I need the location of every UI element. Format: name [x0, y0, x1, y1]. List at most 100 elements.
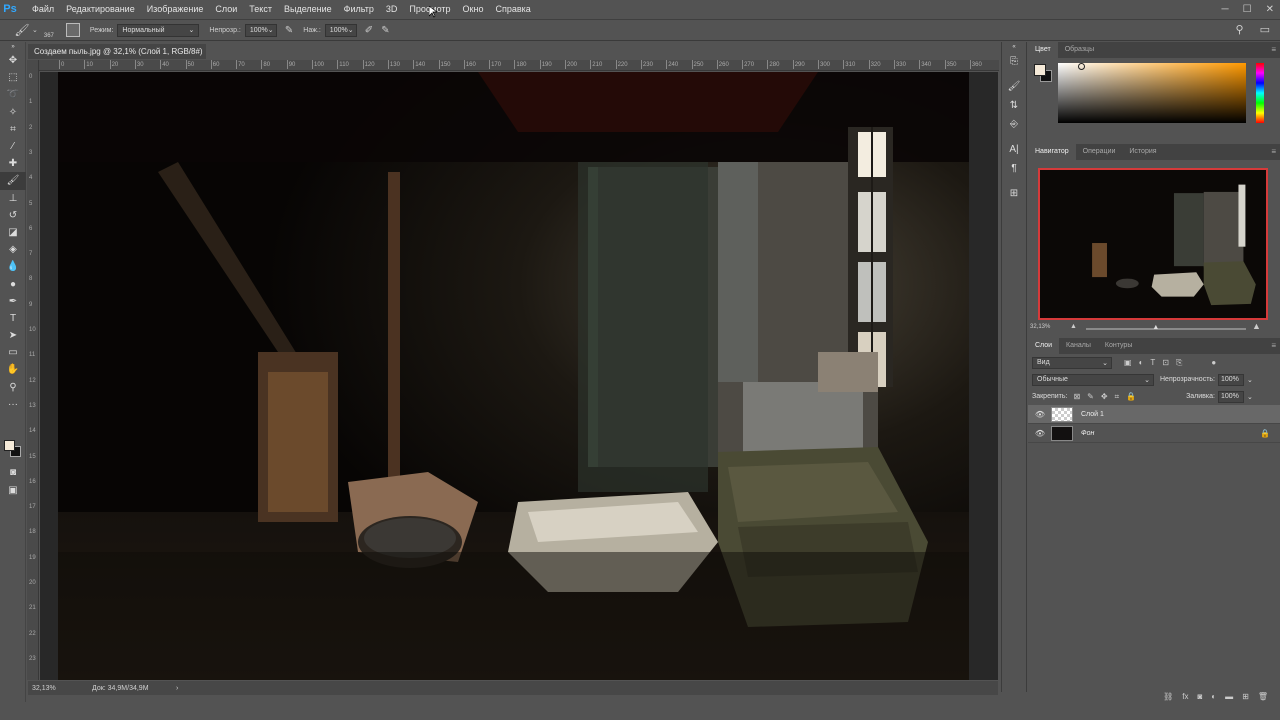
lock-transparency-icon[interactable]: ⊠ — [1073, 392, 1080, 402]
ruler-vertical[interactable]: 0123456789101112131415161718192021222324 — [27, 60, 39, 680]
airbrush-icon[interactable]: ✐ — [365, 25, 373, 36]
add-mask-icon[interactable]: ◙ — [1197, 692, 1202, 706]
lock-all-icon[interactable]: 🔒 — [1126, 392, 1136, 402]
chevron-down-icon[interactable]: ⌄ — [1247, 393, 1253, 401]
lasso-tool-icon[interactable]: ➰ — [0, 86, 26, 103]
marquee-tool-icon[interactable]: ⬚ — [0, 69, 26, 86]
menu-select[interactable]: Выделение — [278, 0, 338, 18]
blend-mode-select[interactable]: Обычные ⌄ — [1032, 373, 1154, 386]
brush-preset-dropdown-icon[interactable]: ⌄ — [32, 26, 38, 34]
blur-tool-icon[interactable]: 💧 — [0, 258, 26, 275]
navigator-zoom-slider[interactable] — [1086, 328, 1246, 330]
brush-panel-icon[interactable]: 🖌 — [1002, 77, 1026, 96]
search-icon[interactable]: ⚲ — [1236, 23, 1244, 36]
brush-tool-icon[interactable]: 🖌 — [14, 22, 30, 38]
foreground-color-swatch[interactable] — [1034, 64, 1046, 76]
color-picker-cursor[interactable] — [1078, 63, 1085, 70]
menu-image[interactable]: Изображение — [141, 0, 210, 18]
layer-row-layer1[interactable]: 👁 Слой 1 — [1028, 405, 1280, 424]
close-button[interactable]: ✕ — [1266, 4, 1274, 15]
menu-3d[interactable]: 3D — [380, 0, 404, 18]
menu-layers[interactable]: Слои — [209, 0, 243, 18]
workspace-icon[interactable]: ▭ — [1260, 23, 1270, 36]
tab-actions[interactable]: Операции — [1076, 144, 1123, 160]
menu-edit[interactable]: Редактирование — [60, 0, 141, 18]
move-tool-icon[interactable]: ✥ — [0, 52, 26, 69]
layer-opacity-input[interactable]: 100% — [1218, 373, 1244, 386]
mode-select[interactable]: Нормальный ⌄ — [117, 23, 200, 37]
tab-navigator[interactable]: Навигатор — [1028, 144, 1076, 160]
layer-name[interactable]: Фон — [1081, 430, 1094, 437]
lock-artboard-icon[interactable]: ⌗ — [1115, 392, 1120, 402]
pixel-filter-icon[interactable]: ▣ — [1124, 358, 1132, 368]
menu-filter[interactable]: Фильтр — [338, 0, 380, 18]
hand-tool-icon[interactable]: ✋ — [0, 361, 26, 378]
navigator-preview[interactable] — [1038, 168, 1268, 320]
rectangle-tool-icon[interactable]: ▭ — [0, 344, 26, 361]
pressure-size-icon[interactable]: ✎ — [381, 25, 389, 36]
type-filter-icon[interactable]: T — [1150, 358, 1155, 368]
canvas-area[interactable] — [40, 72, 998, 680]
tab-layers[interactable]: Слои — [1028, 338, 1060, 354]
type-tool-icon[interactable]: T — [0, 310, 26, 327]
tab-history[interactable]: История — [1122, 144, 1163, 160]
tab-color[interactable]: Цвет — [1028, 42, 1058, 58]
dodge-tool-icon[interactable]: ● — [0, 275, 26, 292]
menu-help[interactable]: Справка — [489, 0, 536, 18]
lock-pixels-icon[interactable]: ✎ — [1087, 392, 1094, 402]
adjustments-icon[interactable]: ⇅ — [1002, 96, 1026, 115]
pen-tool-icon[interactable]: ✒ — [0, 293, 26, 310]
document-tab[interactable]: Создаем пыль.jpg @ 32,1% (Слой 1, RGB/8#… — [28, 44, 206, 71]
layer-row-background[interactable]: 👁 Фон 🔒 — [1028, 424, 1280, 443]
eraser-tool-icon[interactable]: ◪ — [0, 224, 26, 241]
adjustment-layer-icon[interactable]: ◐ — [1211, 692, 1216, 706]
menu-window[interactable]: Окно — [457, 0, 490, 18]
zoom-level[interactable]: 32,13% — [32, 685, 82, 692]
layer-name[interactable]: Слой 1 — [1081, 411, 1104, 418]
foreground-color-swatch[interactable] — [4, 440, 15, 451]
filter-toggle-icon[interactable]: ● — [1211, 358, 1216, 368]
tab-channels[interactable]: Каналы — [1059, 338, 1098, 354]
tab-paths[interactable]: Контуры — [1098, 338, 1139, 354]
menu-file[interactable]: Файл — [26, 0, 60, 18]
fill-input[interactable]: 100% — [1217, 390, 1244, 403]
zoom-tool-icon[interactable]: ⚲ — [0, 379, 26, 396]
quick-select-tool-icon[interactable]: ✧ — [0, 104, 26, 121]
smart-object-filter-icon[interactable]: ⎘ — [1176, 358, 1182, 368]
brush-panel-toggle-icon[interactable] — [65, 23, 80, 37]
zoom-out-icon[interactable]: ▲ — [1070, 323, 1077, 330]
delete-layer-icon[interactable]: 🗑 — [1258, 692, 1268, 706]
document-image[interactable] — [58, 72, 969, 680]
path-select-tool-icon[interactable]: ➤ — [0, 327, 26, 344]
paragraph-panel-icon[interactable]: ¶ — [1002, 159, 1026, 178]
collapse-toolbar-icon[interactable]: » — [0, 42, 26, 52]
crop-tool-icon[interactable]: ⌗ — [0, 121, 26, 138]
tab-swatches[interactable]: Образцы — [1058, 42, 1101, 58]
new-group-icon[interactable]: ▬ — [1225, 692, 1233, 706]
panel-menu-icon[interactable]: ≡ — [1271, 42, 1276, 58]
history-panel-icon[interactable]: ⎘ — [1002, 52, 1026, 71]
properties-icon[interactable]: ⊞ — [1002, 184, 1026, 203]
history-brush-tool-icon[interactable]: ↺ — [0, 207, 26, 224]
eye-icon[interactable]: 👁 — [1032, 429, 1048, 438]
layer-style-icon[interactable]: fx — [1182, 692, 1188, 706]
quick-mask-icon[interactable]: ◙ — [0, 464, 26, 481]
link-layers-icon[interactable]: ⛓ — [1163, 692, 1173, 706]
maximize-button[interactable]: ☐ — [1243, 4, 1252, 15]
status-menu-arrow[interactable]: › — [176, 685, 178, 692]
healing-brush-tool-icon[interactable]: ✚ — [0, 155, 26, 172]
shape-filter-icon[interactable]: ⊡ — [1162, 358, 1169, 368]
menu-type[interactable]: Текст — [243, 0, 278, 18]
more-tools-icon[interactable]: ··· — [0, 396, 26, 413]
panel-menu-icon[interactable]: ≡ — [1271, 338, 1276, 354]
character-panel-icon[interactable]: A| — [1002, 140, 1026, 159]
new-layer-icon[interactable]: ⊞ — [1242, 692, 1249, 706]
brush-tool-icon[interactable]: 🖌 — [0, 172, 26, 190]
opacity-input[interactable]: 100% ⌄ — [244, 23, 277, 37]
adjustment-filter-icon[interactable]: ◐ — [1139, 358, 1144, 368]
zoom-slider-thumb[interactable]: ▲ — [1152, 324, 1159, 331]
zoom-in-icon[interactable]: ▲ — [1252, 321, 1261, 331]
screen-mode-icon[interactable]: ▣ — [0, 482, 26, 499]
hue-slider[interactable] — [1256, 63, 1264, 123]
eye-icon[interactable]: 👁 — [1032, 410, 1048, 419]
